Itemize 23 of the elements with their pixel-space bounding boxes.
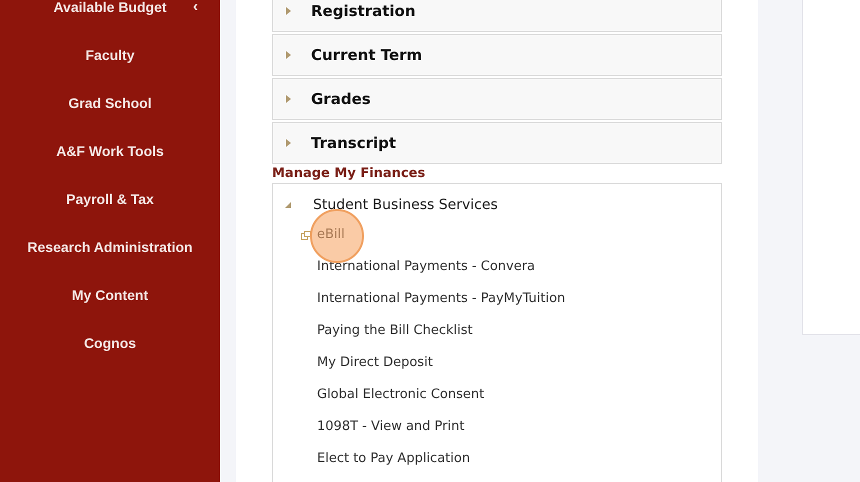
link[interactable]: Paying the Bill Checklist — [317, 321, 473, 341]
link[interactable]: My Direct Deposit — [317, 353, 433, 373]
accordion-header[interactable]: Grades — [272, 78, 722, 120]
link[interactable]: 1098T - View and Print — [317, 417, 464, 437]
link[interactable]: Elect to Pay Application — [317, 449, 470, 469]
accordion-header[interactable]: Current Term — [272, 34, 722, 76]
sidebar-item[interactable]: Grad School — [68, 92, 152, 114]
section-heading: Manage My Finances — [272, 165, 426, 183]
accordion-header[interactable]: Registration — [272, 0, 722, 32]
sidebar-item[interactable]: Cognos — [84, 332, 136, 354]
link[interactable]: International Payments - Convera — [317, 257, 536, 277]
sidebar-item[interactable]: My Content — [72, 284, 148, 306]
collapse-glyph[interactable]: ‹ — [193, 0, 198, 18]
link[interactable]: Global Electronic Consent — [317, 385, 484, 405]
link[interactable]: International Payments - PayMyTuition — [317, 289, 566, 309]
sidebar-item[interactable]: Research Administration — [27, 236, 193, 258]
accordion-group-header[interactable]: Student Business Services — [273, 184, 721, 226]
sidebar-item[interactable]: Faculty — [85, 44, 134, 66]
sidebar-item[interactable]: A&F Work Tools — [56, 140, 164, 162]
new-window-icon — [301, 230, 311, 240]
sidebar-item[interactable]: Available Budget — [53, 0, 167, 18]
accordion-header[interactable]: Transcript — [272, 122, 722, 164]
sidebar-item[interactable]: Payroll & Tax — [66, 188, 154, 210]
